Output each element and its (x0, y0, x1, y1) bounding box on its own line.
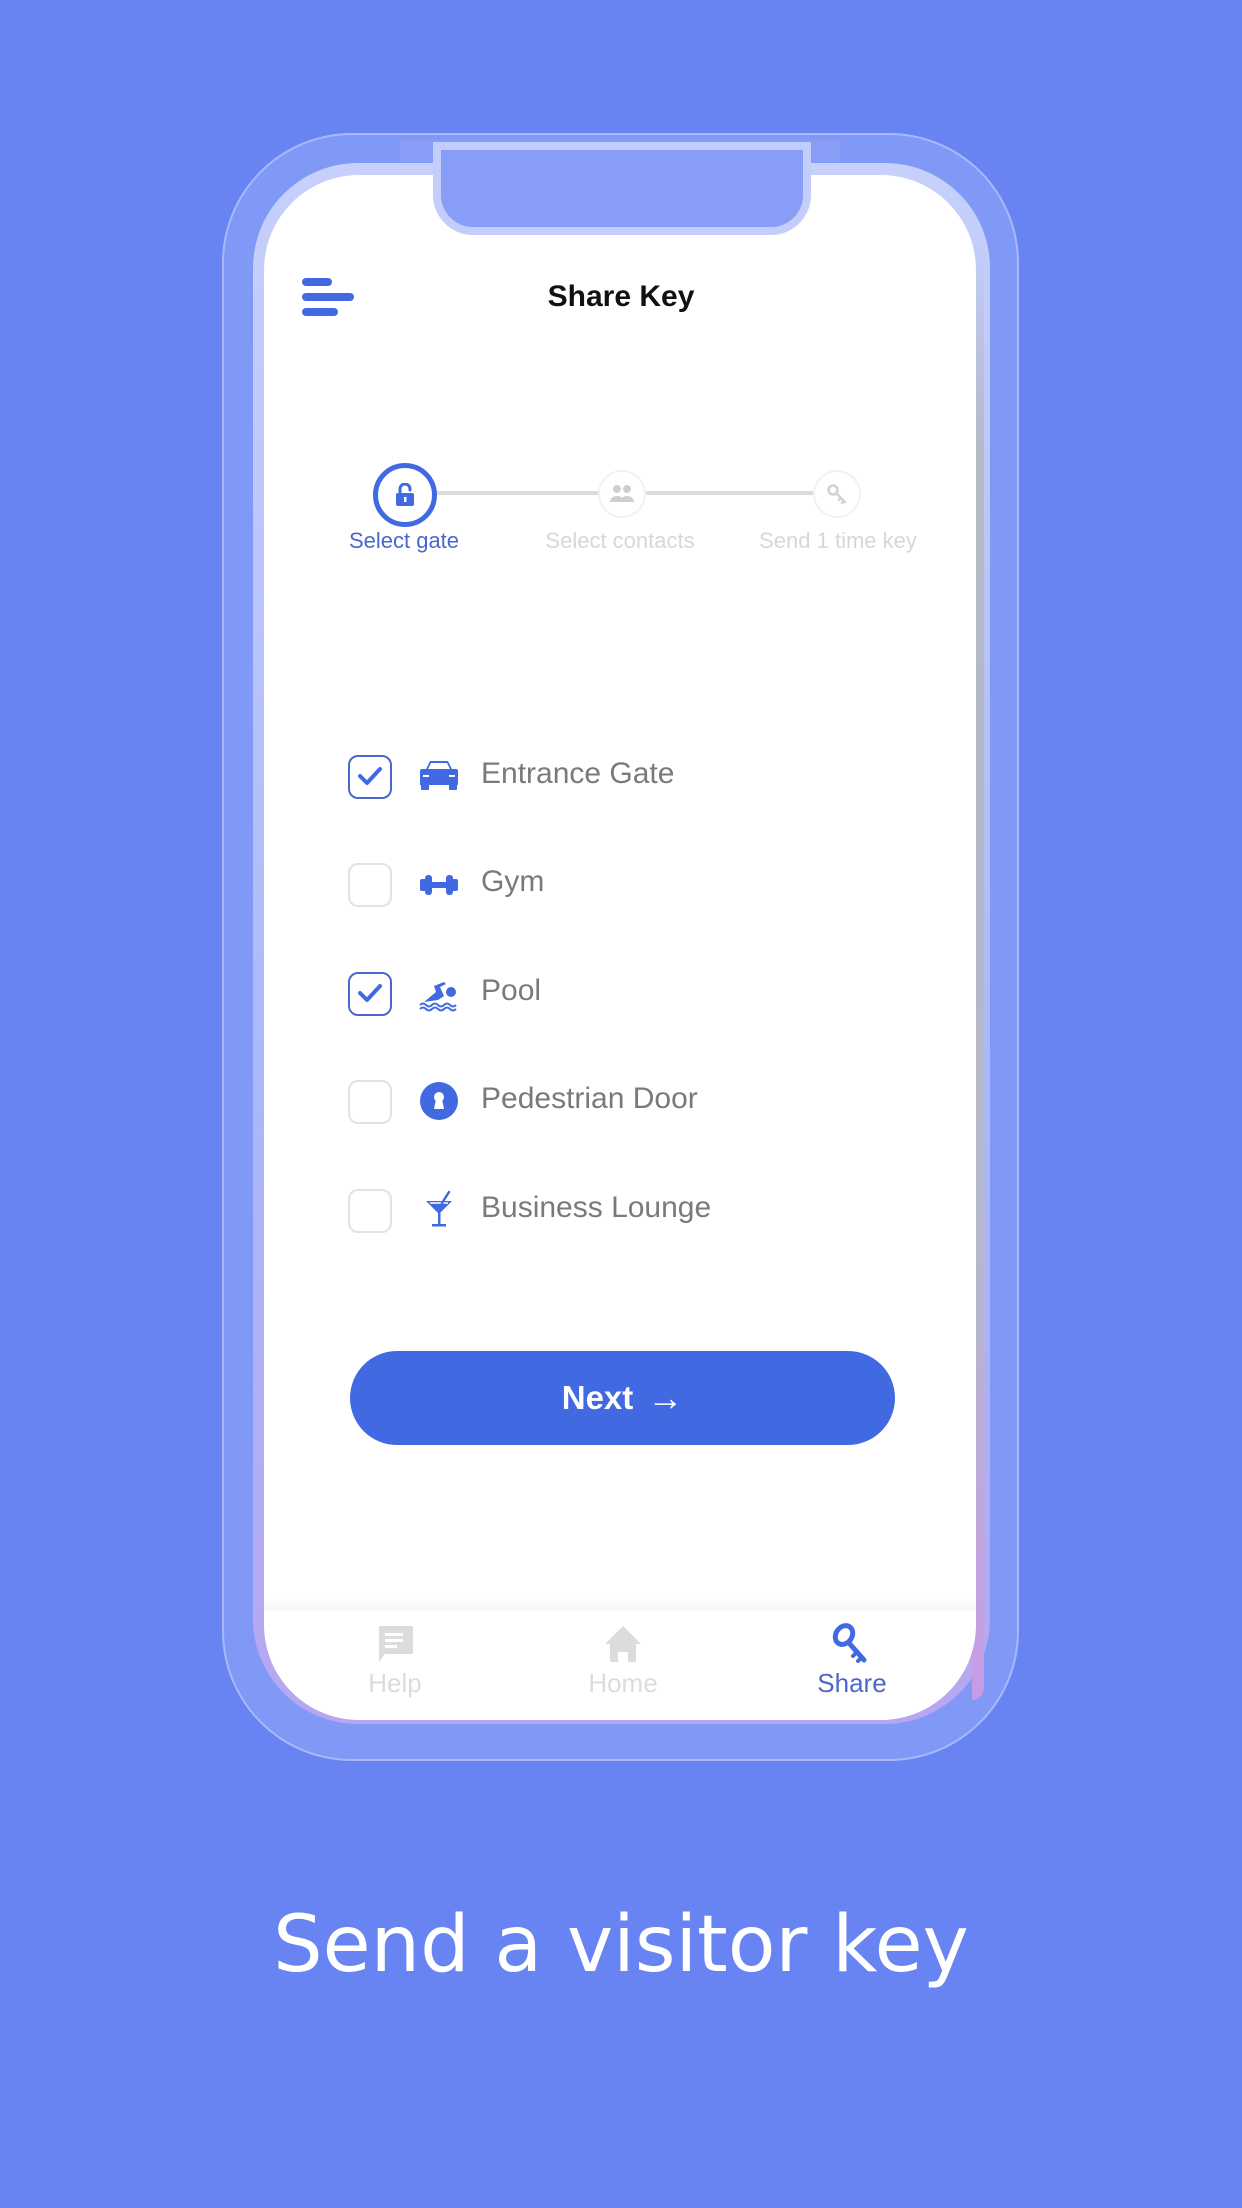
nav-item-home[interactable]: Home (543, 1622, 703, 1702)
home-icon (605, 1626, 641, 1662)
key-icon (827, 484, 847, 505)
next-button[interactable]: Next → (350, 1351, 895, 1445)
nav-label-home: Home (588, 1668, 658, 1698)
checkbox-checked[interactable] (348, 972, 392, 1016)
gate-label: Entrance Gate (481, 757, 675, 790)
checkbox-unchecked[interactable] (348, 863, 392, 907)
nav-label-help: Help (368, 1668, 422, 1698)
keyhole-icon (420, 1082, 458, 1120)
checkbox-unchecked[interactable] (348, 1189, 392, 1233)
car-icon (420, 761, 458, 790)
gate-item-pedestrian-door[interactable]: Pedestrian Door (348, 1080, 868, 1126)
checkbox-checked[interactable] (348, 755, 392, 799)
gate-item-business-lounge[interactable]: Business Lounge (348, 1189, 868, 1235)
checkmark-icon (358, 984, 382, 1002)
unlock-icon (396, 483, 414, 506)
step-2-circle[interactable] (598, 470, 646, 518)
gate-item-gym[interactable]: Gym (348, 863, 868, 909)
page-title: Share Key (547, 280, 695, 313)
gate-label: Business Lounge (481, 1191, 712, 1224)
gate-item-entrance-gate[interactable]: Entrance Gate (348, 755, 868, 801)
phone-screen (264, 175, 976, 1720)
step-1-label: Select gate (348, 528, 460, 553)
swimmer-icon (419, 982, 457, 1012)
arrow-right-icon: → (647, 1377, 684, 1418)
checkmark-icon (358, 767, 382, 785)
gate-label: Pedestrian Door (481, 1082, 698, 1115)
step-1-circle[interactable] (373, 463, 437, 527)
people-icon (610, 485, 634, 502)
step-connector (432, 491, 602, 495)
gate-label: Pool (481, 974, 542, 1007)
step-3-circle[interactable] (813, 470, 861, 518)
step-connector (642, 491, 817, 495)
chat-icon (379, 1626, 413, 1662)
nav-label-share: Share (817, 1668, 887, 1698)
phone-notch (441, 150, 803, 227)
bottom-nav-divider (264, 1598, 976, 1610)
gate-item-pool[interactable]: Pool (348, 972, 868, 1018)
caption-headline: Send a visitor key (273, 1900, 969, 1990)
dumbbell-icon (420, 875, 458, 895)
key-icon (832, 1623, 867, 1663)
cocktail-icon (426, 1191, 452, 1227)
next-button-label: Next (561, 1379, 634, 1416)
step-3-label: Send 1 time key (759, 528, 917, 553)
checkbox-unchecked[interactable] (348, 1080, 392, 1124)
nav-item-share[interactable]: Share (772, 1622, 932, 1702)
step-2-label: Select contacts (545, 528, 695, 553)
gate-label: Gym (481, 865, 545, 898)
nav-item-help[interactable]: Help (315, 1622, 475, 1702)
